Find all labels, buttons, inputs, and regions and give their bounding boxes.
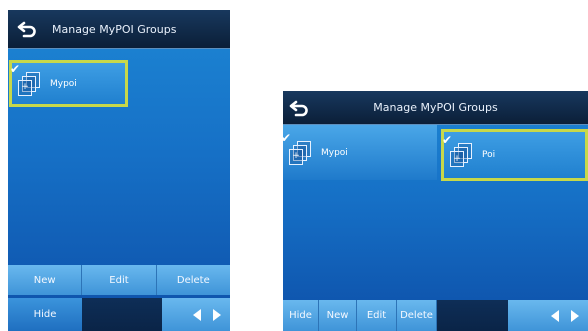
back-button[interactable] bbox=[8, 10, 48, 48]
delete-button[interactable]: Delete bbox=[156, 265, 230, 295]
right-screen: Manage MyPOI Groups ✔ + Mypoi ✔ + Poi Hi… bbox=[283, 91, 588, 331]
group-item-mypoi[interactable]: ✔ + Mypoi bbox=[9, 60, 128, 107]
group-folder-icon: ✔ + bbox=[442, 133, 476, 168]
group-item-mypoi[interactable]: ✔ + Mypoi bbox=[283, 125, 437, 180]
arrow-right-icon[interactable] bbox=[570, 309, 580, 323]
action-bar: New Edit Delete bbox=[8, 265, 230, 295]
hide-button[interactable]: Hide bbox=[8, 298, 82, 331]
bottom-bar: Hide bbox=[8, 298, 230, 331]
new-button[interactable]: New bbox=[8, 265, 83, 295]
arrow-right-icon[interactable] bbox=[212, 308, 222, 322]
back-arrow-icon bbox=[17, 21, 36, 38]
new-button[interactable]: New bbox=[319, 300, 357, 331]
check-icon: ✔ bbox=[283, 130, 292, 145]
group-item-poi[interactable]: ✔ + Poi bbox=[441, 129, 588, 181]
bottom-bar-spacer bbox=[437, 300, 508, 331]
arrow-left-icon[interactable] bbox=[550, 309, 560, 323]
group-item-label: Mypoi bbox=[321, 147, 348, 158]
group-folder-icon: ✔ + bbox=[283, 131, 315, 166]
title-bar: Manage MyPOI Groups bbox=[8, 10, 230, 49]
bottom-bar-spacer bbox=[82, 298, 162, 331]
group-folder-icon: ✔ + bbox=[10, 62, 44, 97]
left-screen: Manage MyPOI Groups ✔ + Mypoi New Edit D… bbox=[8, 10, 230, 331]
title-bar: Manage MyPOI Groups bbox=[283, 91, 588, 125]
page-title: Manage MyPOI Groups bbox=[373, 101, 498, 114]
page-title: Manage MyPOI Groups bbox=[52, 22, 177, 36]
group-item-label: Mypoi bbox=[50, 78, 77, 89]
action-bar: Hide New Edit Delete bbox=[283, 300, 588, 331]
edit-button[interactable]: Edit bbox=[82, 265, 157, 295]
check-icon: ✔ bbox=[442, 133, 453, 147]
pager bbox=[508, 300, 588, 331]
hide-button[interactable]: Hide bbox=[283, 300, 319, 331]
group-item-label: Poi bbox=[482, 150, 496, 160]
delete-button[interactable]: Delete bbox=[397, 300, 437, 331]
arrow-left-icon[interactable] bbox=[192, 308, 202, 322]
check-icon: ✔ bbox=[10, 61, 21, 76]
edit-button[interactable]: Edit bbox=[357, 300, 397, 331]
pager bbox=[162, 298, 230, 331]
